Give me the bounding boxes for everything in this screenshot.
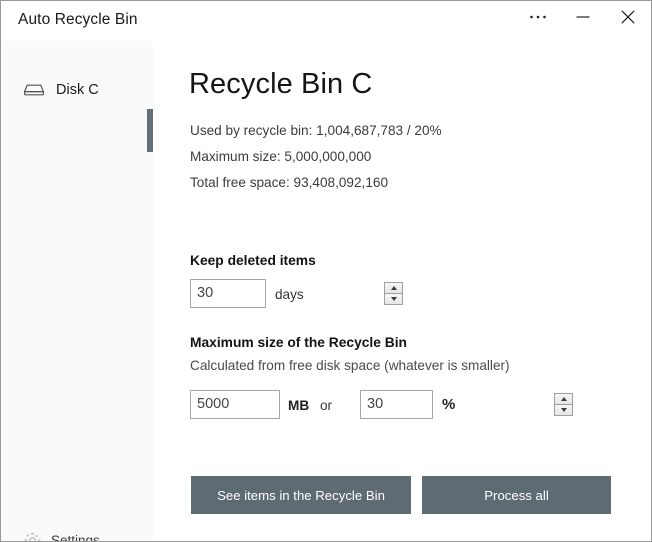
- close-icon: [621, 10, 635, 24]
- process-all-button[interactable]: Process all: [422, 476, 611, 514]
- max-size-percent-input[interactable]: [361, 391, 554, 418]
- keep-days-decrement-button[interactable]: [385, 294, 402, 304]
- minimize-button[interactable]: [560, 1, 606, 33]
- sidebar-item-disk-c[interactable]: Disk C: [1, 69, 153, 111]
- keep-days-stepper[interactable]: [190, 279, 403, 308]
- app-title: Auto Recycle Bin: [18, 11, 138, 28]
- max-size-percent-increment-button[interactable]: [555, 394, 572, 405]
- keep-days-unit-label: days: [275, 287, 304, 302]
- stat-total-free-space: Total free space: 93,408,092,160: [190, 175, 389, 190]
- settings-label: Settings: [51, 533, 100, 542]
- max-size-percent-stepper[interactable]: [360, 390, 573, 419]
- max-size-percent-spin-arrows: [554, 393, 573, 416]
- sidebar-item-label: Disk C: [56, 82, 99, 98]
- page-title: Recycle Bin C: [189, 68, 373, 100]
- gear-icon: [24, 532, 41, 541]
- stat-maximum-size: Maximum size: 5,000,000,000: [190, 149, 372, 164]
- keep-days-increment-button[interactable]: [385, 283, 402, 294]
- max-size-mb-unit-label: MB: [288, 398, 310, 413]
- main-content: Recycle Bin C Used by recycle bin: 1,004…: [153, 41, 651, 541]
- more-options-button[interactable]: [515, 1, 561, 33]
- close-button[interactable]: [605, 1, 651, 33]
- maximum-size-subtitle: Calculated from free disk space (whateve…: [190, 358, 510, 373]
- disk-icon: [24, 84, 44, 96]
- max-size-percent-decrement-button[interactable]: [555, 405, 572, 415]
- keep-deleted-items-heading: Keep deleted items: [190, 253, 316, 268]
- stat-used-by-recycle-bin: Used by recycle bin: 1,004,687,783 / 20%: [190, 123, 442, 138]
- maximum-size-heading: Maximum size of the Recycle Bin: [190, 335, 407, 350]
- max-size-percent-unit-label: %: [442, 396, 456, 413]
- title-bar: Auto Recycle Bin: [1, 1, 651, 41]
- see-items-in-recycle-bin-button[interactable]: See items in the Recycle Bin: [191, 476, 411, 514]
- keep-days-spin-arrows: [384, 282, 403, 305]
- settings-link[interactable]: Settings: [23, 531, 100, 542]
- max-size-conjunction-label: or: [320, 398, 333, 413]
- sidebar: Disk C Settings: [1, 41, 153, 541]
- max-size-mb-stepper[interactable]: [190, 390, 403, 419]
- app-window: Auto Recycle Bin Disk C Settings Recycle…: [0, 0, 652, 542]
- minimize-icon: [576, 16, 590, 18]
- ellipsis-icon: [530, 15, 546, 19]
